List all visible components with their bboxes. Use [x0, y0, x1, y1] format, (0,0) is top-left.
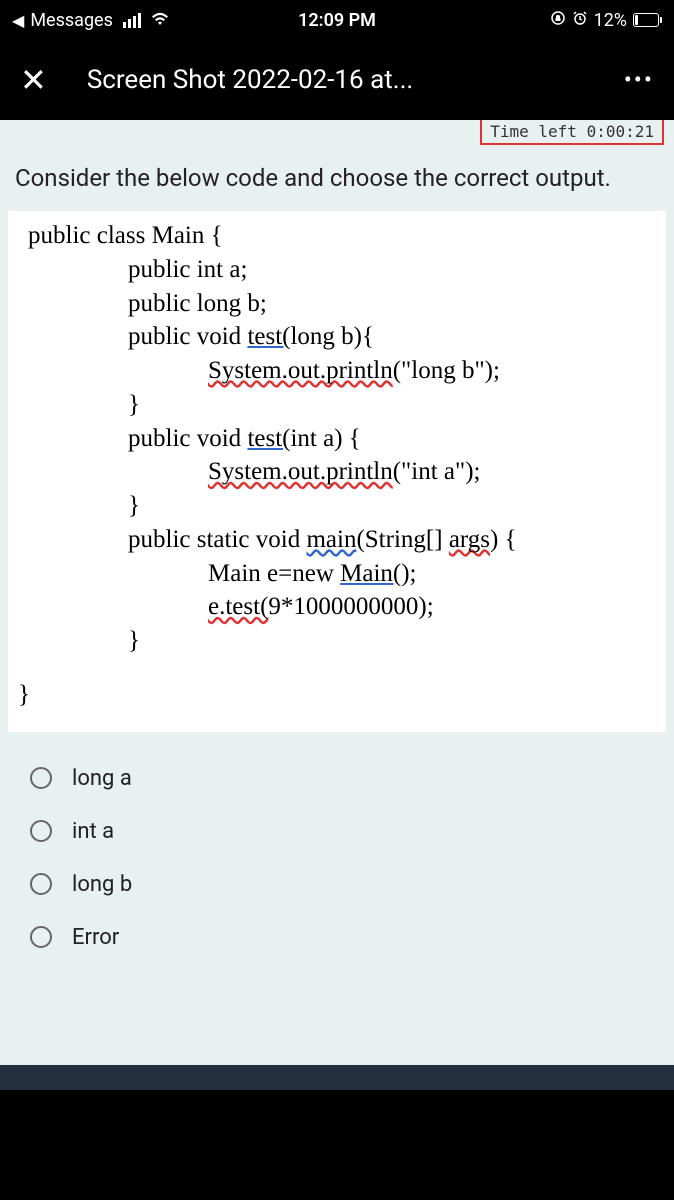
battery-pct: 12% — [594, 10, 627, 31]
option-label: long a — [72, 766, 132, 791]
timer-box: Time left 0:00:21 — [480, 120, 664, 145]
page-title: Screen Shot 2022-02-16 at... — [87, 65, 624, 95]
battery-icon — [633, 13, 662, 27]
wifi-icon — [151, 10, 169, 31]
close-icon[interactable]: ✕ — [20, 61, 47, 99]
option-label: int a — [72, 819, 114, 844]
app-header: ✕ Screen Shot 2022-02-16 at... ••• — [0, 40, 674, 120]
back-arrow-icon[interactable]: ◀ — [12, 11, 24, 30]
radio-icon[interactable] — [30, 820, 52, 842]
more-icon[interactable]: ••• — [624, 66, 654, 94]
option-label: long b — [72, 872, 132, 897]
status-bar: ◀ Messages 12:09 PM 12% — [0, 0, 674, 40]
code-block: public class Main { public int a; public… — [8, 211, 666, 732]
answer-options: long a int a long b Error — [0, 732, 674, 984]
signal-icon — [123, 13, 141, 28]
radio-icon[interactable] — [30, 873, 52, 895]
orientation-lock-icon — [550, 10, 566, 31]
alarm-icon — [572, 10, 588, 31]
radio-icon[interactable] — [30, 926, 52, 948]
option-int-a[interactable]: int a — [30, 805, 644, 858]
status-time: 12:09 PM — [298, 10, 376, 31]
option-label: Error — [72, 925, 119, 950]
option-long-b[interactable]: long b — [30, 858, 644, 911]
bottom-strip — [0, 1065, 674, 1090]
content-area: Time left 0:00:21 Consider the below cod… — [0, 120, 674, 1090]
option-long-a[interactable]: long a — [30, 752, 644, 805]
back-app-label[interactable]: Messages — [30, 10, 113, 31]
radio-icon[interactable] — [30, 767, 52, 789]
option-error[interactable]: Error — [30, 911, 644, 964]
